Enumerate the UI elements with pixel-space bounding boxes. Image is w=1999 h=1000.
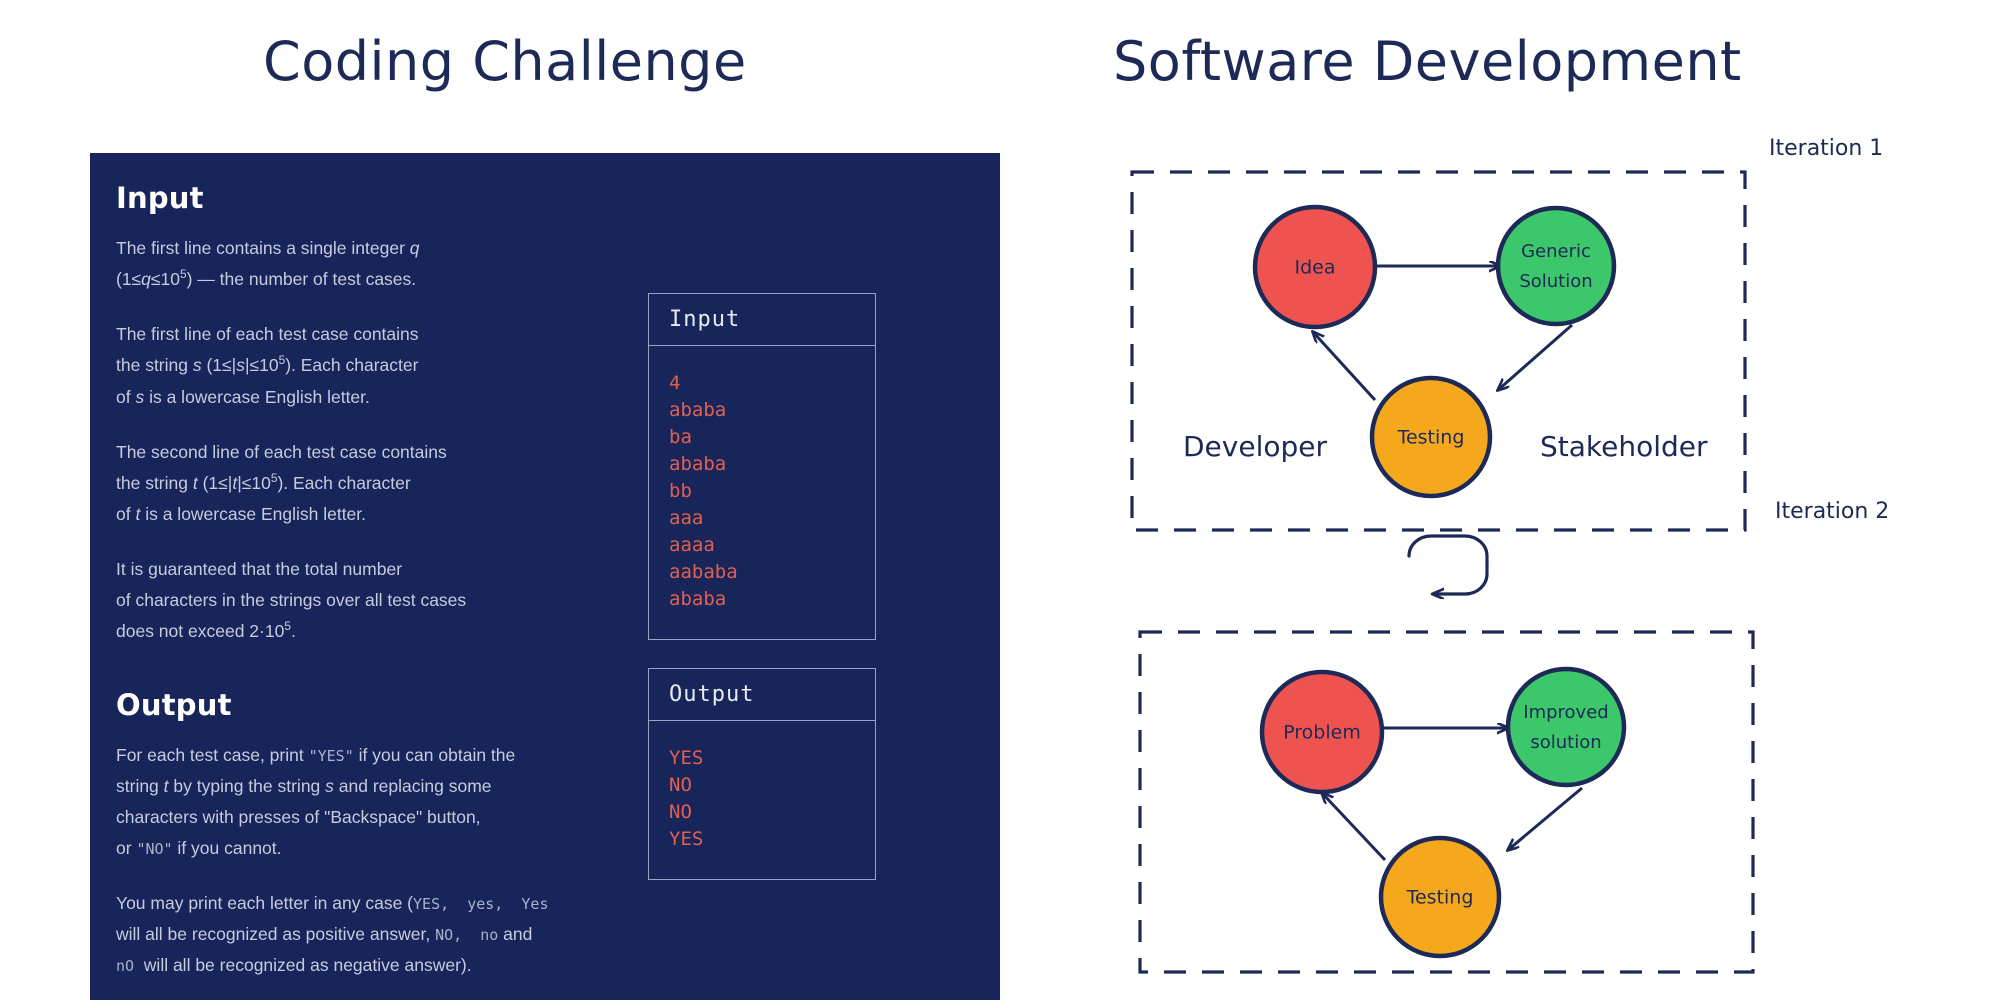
sample-output-line: YES xyxy=(669,827,704,850)
output-paragraph-1: For each test case, print "YES" if you c… xyxy=(116,744,516,858)
screenshot-root: Coding Challenge Software Development In… xyxy=(0,0,1999,1000)
developer-label: Developer xyxy=(1183,430,1328,463)
node-testing-2-label: Testing xyxy=(1406,887,1474,909)
sample-input-line: ababa xyxy=(669,587,727,610)
sample-output-body: YES NO NO YES xyxy=(649,721,875,879)
stakeholder-label: Stakeholder xyxy=(1540,430,1708,463)
arrow-generic-to-testing xyxy=(1498,323,1573,390)
input-paragraph-4: It is guaranteed that the total number o… xyxy=(116,559,467,642)
sample-output-line: NO xyxy=(669,800,692,823)
sample-output-line: NO xyxy=(669,773,692,796)
sample-input-line: aaa xyxy=(669,506,704,529)
sample-io-panel: Input 4 ababa ba ababa bb aaa aaaa aabab… xyxy=(648,293,876,880)
arrow-testing-to-idea xyxy=(1313,332,1377,402)
node-generic-solution-label-line-2: Solution xyxy=(1519,271,1592,292)
sample-input-header: Input xyxy=(649,294,875,346)
sample-input-line: ababa xyxy=(669,398,727,421)
sample-input-box: Input 4 ababa ba ababa bb aaa aaaa aabab… xyxy=(648,293,876,640)
input-section-heading: Input xyxy=(116,181,204,215)
node-generic-solution-label-line-1: Generic xyxy=(1521,241,1591,262)
sample-input-body: 4 ababa ba ababa bb aaa aaaa aababa abab… xyxy=(649,346,875,639)
node-problem[interactable] xyxy=(1259,669,1385,795)
input-paragraph-2: The first line of each test case contain… xyxy=(116,324,419,407)
feedback-loop-icon xyxy=(1407,534,1489,594)
node-idea[interactable] xyxy=(1252,204,1378,330)
sample-input-line: ababa xyxy=(669,452,727,475)
node-idea-label: Idea xyxy=(1295,257,1336,279)
sample-output-box: Output YES NO NO YES xyxy=(648,667,876,880)
iteration-2-frame xyxy=(1138,630,1755,974)
iteration-1-frame xyxy=(1130,170,1747,532)
input-paragraph-1: The first line contains a single integer… xyxy=(116,238,420,290)
iteration-2-label: Iteration 2 xyxy=(1775,499,1890,524)
sample-output-line: YES xyxy=(669,746,704,769)
problem-statement-card: Input The first line contains a single i… xyxy=(90,153,1000,1000)
node-testing-1[interactable] xyxy=(1369,375,1493,499)
output-paragraph-2: You may print each letter in any case (Y… xyxy=(116,893,549,976)
iteration-1-label: Iteration 1 xyxy=(1769,136,1884,161)
node-improved-solution-label-line-1: Improved xyxy=(1523,702,1608,723)
arrow-improved-to-testing xyxy=(1508,786,1583,850)
sample-input-line: 4 xyxy=(669,372,681,394)
node-testing-1-label: Testing xyxy=(1397,427,1465,449)
sample-output-header: Output xyxy=(649,669,875,721)
sample-input-line: aaaa xyxy=(669,533,715,556)
node-testing-2[interactable] xyxy=(1378,835,1502,959)
output-section-heading: Output xyxy=(116,687,232,722)
node-improved-solution[interactable] xyxy=(1505,666,1627,788)
node-improved-solution-label-line-2: solution xyxy=(1530,732,1601,753)
sample-input-line: bb xyxy=(669,479,692,502)
node-problem-label: Problem xyxy=(1283,722,1361,744)
input-paragraph-3: The second line of each test case contai… xyxy=(116,441,447,524)
problem-statement-text: Input The first line contains a single i… xyxy=(90,153,690,1000)
arrow-testing-to-problem xyxy=(1322,793,1387,862)
page-title-software-development: Software Development xyxy=(1113,30,1742,93)
sample-input-line: ba xyxy=(669,425,692,448)
node-generic-solution[interactable] xyxy=(1495,205,1617,327)
sample-input-line: aababa xyxy=(669,560,738,583)
page-title-coding-challenge: Coding Challenge xyxy=(263,30,747,93)
